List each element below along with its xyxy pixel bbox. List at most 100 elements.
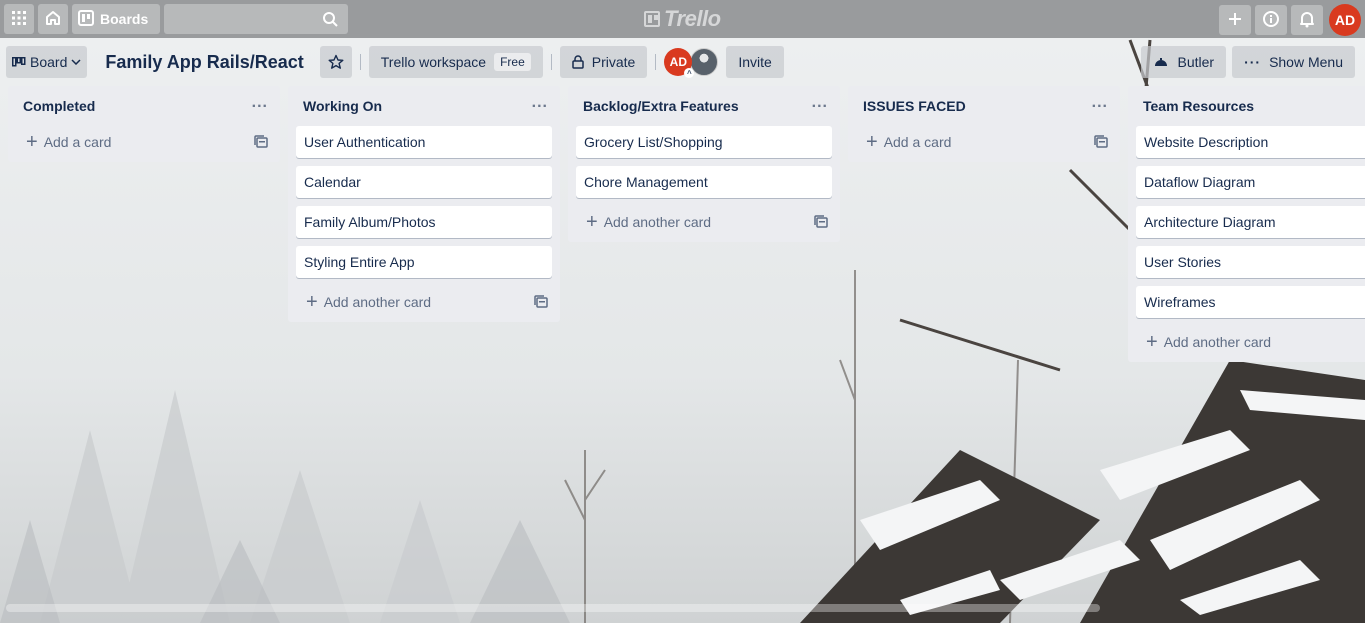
search-input[interactable] — [164, 4, 348, 34]
plus-icon: + — [1146, 331, 1158, 353]
add-card-label: Add another card — [603, 214, 712, 230]
board-header: Board Family App Rails/React Trello work… — [0, 38, 1365, 86]
add-card-button[interactable]: + Add another card — [292, 286, 556, 318]
horizontal-scrollbar[interactable] — [6, 604, 1100, 612]
add-card-label: Add a card — [883, 134, 952, 150]
card-template-icon[interactable] — [1094, 135, 1108, 149]
list-header: Completed ... — [12, 86, 276, 126]
card[interactable]: Wireframes — [1136, 286, 1365, 318]
butler-label: Butler — [1177, 54, 1215, 70]
list-title[interactable]: Backlog/Extra Features — [583, 98, 739, 114]
list-working-on[interactable]: Working On ... User Authentication Calen… — [288, 86, 560, 322]
plan-badge: Free — [494, 53, 531, 71]
board-view-switcher[interactable]: Board — [6, 46, 88, 78]
plus-icon: + — [306, 291, 318, 313]
home-button[interactable] — [38, 4, 68, 34]
home-icon — [44, 9, 62, 30]
workspace-label: Trello workspace — [380, 54, 487, 70]
board-canvas: Completed ... + Add a card Working On ...… — [8, 86, 1365, 606]
board-title[interactable]: Family App Rails/React — [95, 52, 311, 73]
notifications-button[interactable] — [1291, 5, 1323, 35]
user-avatar[interactable]: AD — [1329, 4, 1361, 36]
divider — [359, 54, 361, 70]
list-header: Working On ... — [292, 86, 556, 126]
list-completed[interactable]: Completed ... + Add a card — [8, 86, 280, 162]
star-icon — [328, 54, 344, 70]
list-header: Backlog/Extra Features ... — [572, 86, 836, 126]
list-team-resources[interactable]: Team Resources Website Description Dataf… — [1128, 86, 1365, 362]
boards-button[interactable]: Boards — [72, 4, 160, 34]
show-menu-label: Show Menu — [1269, 54, 1343, 70]
create-button[interactable] — [1219, 5, 1251, 35]
card[interactable]: Architecture Diagram — [1136, 206, 1365, 238]
card[interactable]: Grocery List/Shopping — [576, 126, 832, 158]
card-template-icon[interactable] — [814, 215, 828, 229]
board-view-label: Board — [30, 54, 68, 70]
card[interactable]: Dataflow Diagram — [1136, 166, 1365, 198]
list-issues-faced[interactable]: ISSUES FACED ... + Add a card — [848, 86, 1120, 162]
info-button[interactable] — [1255, 5, 1287, 35]
card[interactable]: User Authentication — [296, 126, 552, 158]
bell-icon — [1299, 10, 1315, 31]
boards-label: Boards — [100, 11, 149, 27]
member-avatar-initials: AD — [669, 55, 687, 69]
show-menu-button[interactable]: ··· Show Menu — [1232, 46, 1355, 78]
invite-button[interactable]: Invite — [726, 46, 784, 78]
visibility-label: Private — [591, 54, 636, 70]
list-title[interactable]: Team Resources — [1143, 98, 1254, 114]
boards-icon — [78, 9, 94, 29]
workspace-button[interactable]: Trello workspace Free — [368, 46, 543, 78]
plus-icon: + — [26, 131, 38, 153]
chevron-down-icon — [71, 59, 81, 65]
add-card-button[interactable]: + Add a card — [12, 126, 276, 158]
search-icon — [322, 11, 338, 30]
info-icon — [1262, 10, 1280, 31]
top-navbar: Boards Trello AD — [0, 0, 1365, 38]
apps-grid-icon — [11, 10, 27, 29]
invite-label: Invite — [738, 54, 772, 70]
card[interactable]: Website Description — [1136, 126, 1365, 158]
card-template-icon[interactable] — [534, 295, 548, 309]
list-header: ISSUES FACED ... — [852, 86, 1116, 126]
divider — [550, 54, 552, 70]
more-dots-icon: ··· — [1244, 54, 1262, 70]
card[interactable]: Calendar — [296, 166, 552, 198]
plus-icon — [1227, 11, 1243, 30]
card[interactable]: Chore Management — [576, 166, 832, 198]
butler-button[interactable]: Butler — [1141, 46, 1227, 78]
add-card-label: Add a card — [43, 134, 112, 150]
list-title[interactable]: ISSUES FACED — [863, 98, 966, 114]
card-template-icon[interactable] — [254, 135, 268, 149]
list-backlog[interactable]: Backlog/Extra Features ... Grocery List/… — [568, 86, 840, 242]
trello-logo-icon — [644, 11, 660, 27]
list-menu-icon[interactable]: ... — [812, 94, 828, 118]
list-menu-icon[interactable]: ... — [1092, 94, 1108, 118]
visibility-button[interactable]: Private — [559, 46, 648, 78]
board-members: AD ^ — [664, 48, 719, 78]
add-card-label: Add another card — [1163, 334, 1272, 350]
star-board-button[interactable] — [319, 46, 352, 78]
card[interactable]: Styling Entire App — [296, 246, 552, 278]
add-card-label: Add another card — [323, 294, 432, 310]
card[interactable]: Family Album/Photos — [296, 206, 552, 238]
butler-icon — [1153, 56, 1169, 68]
divider — [655, 54, 657, 70]
list-menu-icon[interactable]: ... — [252, 94, 268, 118]
trello-logo[interactable]: Trello — [644, 6, 721, 32]
lock-icon — [572, 55, 584, 69]
apps-grid-button[interactable] — [4, 4, 34, 34]
list-title[interactable]: Completed — [23, 98, 95, 114]
card[interactable]: User Stories — [1136, 246, 1365, 278]
list-title[interactable]: Working On — [303, 98, 382, 114]
add-card-button[interactable]: + Add a card — [852, 126, 1116, 158]
trello-logo-text: Trello — [664, 6, 721, 31]
board-view-icon — [12, 57, 26, 67]
member-avatar[interactable]: AD ^ — [664, 48, 695, 78]
member-avatar-photo[interactable] — [690, 48, 719, 76]
admin-chevron-icon: ^ — [684, 68, 695, 78]
add-card-button[interactable]: + Add another card — [1132, 326, 1365, 358]
plus-icon: + — [586, 211, 598, 233]
list-menu-icon[interactable]: ... — [532, 94, 548, 118]
add-card-button[interactable]: + Add another card — [572, 206, 836, 238]
plus-icon: + — [866, 131, 878, 153]
